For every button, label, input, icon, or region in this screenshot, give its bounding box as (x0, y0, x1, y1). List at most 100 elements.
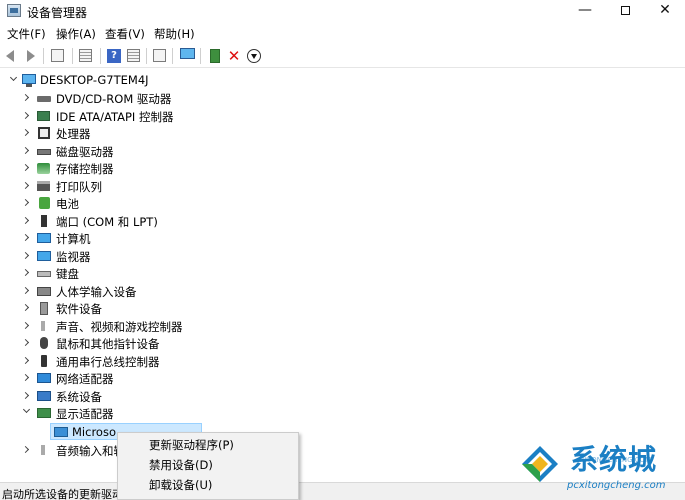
tree-item-sound[interactable]: 声音、视频和游戏控制器 (0, 318, 400, 335)
expand-chevron-icon[interactable] (21, 163, 32, 173)
device-manager-app-icon (7, 4, 21, 17)
uninstall-device-button[interactable]: ✕ (226, 48, 242, 64)
expand-chevron-icon[interactable] (21, 128, 32, 138)
tree-item-hid[interactable]: 人体学输入设备 (0, 283, 400, 300)
tree-item-label: IDE ATA/ATAPI 控制器 (56, 109, 174, 124)
expand-chevron-icon[interactable] (21, 233, 32, 243)
close-button[interactable]: ✕ (643, 0, 685, 22)
tree-item-label: 存储控制器 (56, 162, 114, 176)
tree-item-label: 磁盘驱动器 (56, 144, 114, 159)
action-pane-button[interactable] (126, 48, 142, 64)
expand-chevron-icon[interactable] (21, 445, 32, 455)
disable-device-button[interactable] (246, 48, 262, 64)
tree-item-label: 软件设备 (56, 302, 102, 316)
tree-item-usb[interactable]: 通用串行总线控制器 (0, 353, 400, 370)
collapse-chevron-icon[interactable] (22, 405, 32, 417)
toolbar-divider (72, 48, 73, 64)
menu-action[interactable]: 操作(A) (56, 26, 96, 42)
context-update-driver[interactable]: 更新驱动程序(P) (149, 437, 234, 453)
tree-root[interactable]: DESKTOP-G7TEM4J (0, 72, 400, 89)
tree-item-computer[interactable]: 计算机 (0, 230, 400, 247)
tree-item-disk[interactable]: 磁盘驱动器 (0, 143, 400, 160)
tree-item-print-queue[interactable]: 打印队列 (0, 178, 400, 195)
expand-chevron-icon[interactable] (21, 338, 32, 348)
tree-item-monitors[interactable]: 监视器 (0, 248, 400, 265)
tree-item-system[interactable]: 系统设备 (0, 388, 400, 405)
expand-chevron-icon[interactable] (21, 198, 32, 208)
expand-chevron-icon[interactable] (21, 146, 32, 156)
tree-item-label: 键盘 (56, 267, 79, 281)
properties-button[interactable] (78, 48, 94, 64)
help-button[interactable]: ? (106, 48, 122, 64)
tree-item-label: 人体学输入设备 (56, 284, 137, 299)
forward-button[interactable] (22, 48, 38, 64)
sound-icon (37, 319, 51, 333)
usb-icon (37, 354, 51, 368)
disable-device-icon (247, 49, 261, 63)
tree-item-label: 鼠标和其他指针设备 (56, 337, 160, 351)
system-device-icon (37, 389, 51, 403)
tree-item-dvd[interactable]: DVD/CD-ROM 驱动器 (0, 90, 400, 107)
expand-chevron-icon[interactable] (21, 321, 32, 331)
disk-drive-icon (37, 144, 51, 158)
back-button[interactable] (4, 48, 20, 64)
audio-io-icon (37, 443, 51, 457)
tree-item-label: 声音、视频和游戏控制器 (56, 319, 183, 334)
tree-item-processor[interactable]: 处理器 (0, 125, 400, 142)
print-queue-icon (37, 179, 51, 193)
expand-chevron-icon[interactable] (21, 391, 32, 401)
menu-file[interactable]: 文件(F) (7, 26, 46, 42)
tree-item-battery[interactable]: 电池 (0, 195, 400, 212)
show-hide-console-tree-button[interactable] (50, 48, 66, 64)
menu-help[interactable]: 帮助(H) (154, 26, 195, 42)
collapse-chevron-icon[interactable] (9, 73, 19, 85)
tree-item-ide[interactable]: IDE ATA/ATAPI 控制器 (0, 108, 400, 125)
expand-chevron-icon[interactable] (21, 216, 32, 226)
tree-item-keyboard[interactable]: 键盘 (0, 265, 400, 282)
tree-item-mouse[interactable]: 鼠标和其他指针设备 (0, 335, 400, 352)
expand-chevron-icon[interactable] (21, 251, 32, 261)
tree-item-display[interactable]: 显示适配器 (0, 405, 400, 422)
printer-icon (153, 49, 166, 62)
expand-chevron-icon[interactable] (21, 356, 32, 366)
console-tree-icon (51, 49, 64, 62)
dvd-drive-icon (37, 91, 51, 105)
help-icon: ? (107, 49, 121, 63)
maximize-icon (620, 6, 630, 15)
expand-chevron-icon[interactable] (21, 303, 32, 313)
print-button[interactable] (152, 48, 168, 64)
tree-item-storage[interactable]: 存储控制器 (0, 160, 400, 177)
context-menu: 更新驱动程序(P) 禁用设备(D) 卸载设备(U) (117, 432, 299, 500)
uninstall-x-icon: ✕ (227, 47, 241, 65)
minimize-button[interactable]: — (563, 0, 607, 22)
watermark: XITONGCHENG.COM 系统城 pcxitongcheng.com (520, 438, 685, 500)
update-driver-button[interactable] (207, 48, 223, 64)
tree-item-label: 计算机 (56, 232, 91, 246)
status-text: 启动所选设备的更新驱动 (2, 488, 123, 500)
context-uninstall-device[interactable]: 卸载设备(U) (149, 477, 212, 493)
maximize-button[interactable] (603, 0, 647, 22)
toolbar-divider (200, 48, 201, 64)
scan-hardware-icon (180, 48, 195, 59)
port-icon (37, 214, 51, 228)
scan-hardware-button[interactable] (179, 48, 195, 64)
tree-item-label: 显示适配器 (56, 407, 114, 421)
menu-view[interactable]: 查看(V) (105, 26, 145, 42)
context-disable-device[interactable]: 禁用设备(D) (149, 457, 213, 473)
tree-item-ports[interactable]: 端口 (COM 和 LPT) (0, 213, 400, 230)
tree-item-software[interactable]: 软件设备 (0, 300, 400, 317)
toolbar-divider (43, 48, 44, 64)
properties-icon (79, 49, 92, 62)
tree-item-label: Microso (72, 425, 116, 439)
expand-chevron-icon[interactable] (21, 286, 32, 296)
ide-controller-icon (37, 109, 51, 123)
computer-icon (37, 231, 51, 245)
expand-chevron-icon[interactable] (21, 181, 32, 191)
expand-chevron-icon[interactable] (21, 373, 32, 383)
expand-chevron-icon[interactable] (21, 93, 32, 103)
window-title: 设备管理器 (27, 6, 88, 20)
tree-item-network[interactable]: 网络适配器 (0, 370, 400, 387)
expand-chevron-icon[interactable] (21, 111, 32, 121)
expand-chevron-icon[interactable] (21, 268, 32, 278)
toolbar: ? ✕ (0, 44, 685, 68)
